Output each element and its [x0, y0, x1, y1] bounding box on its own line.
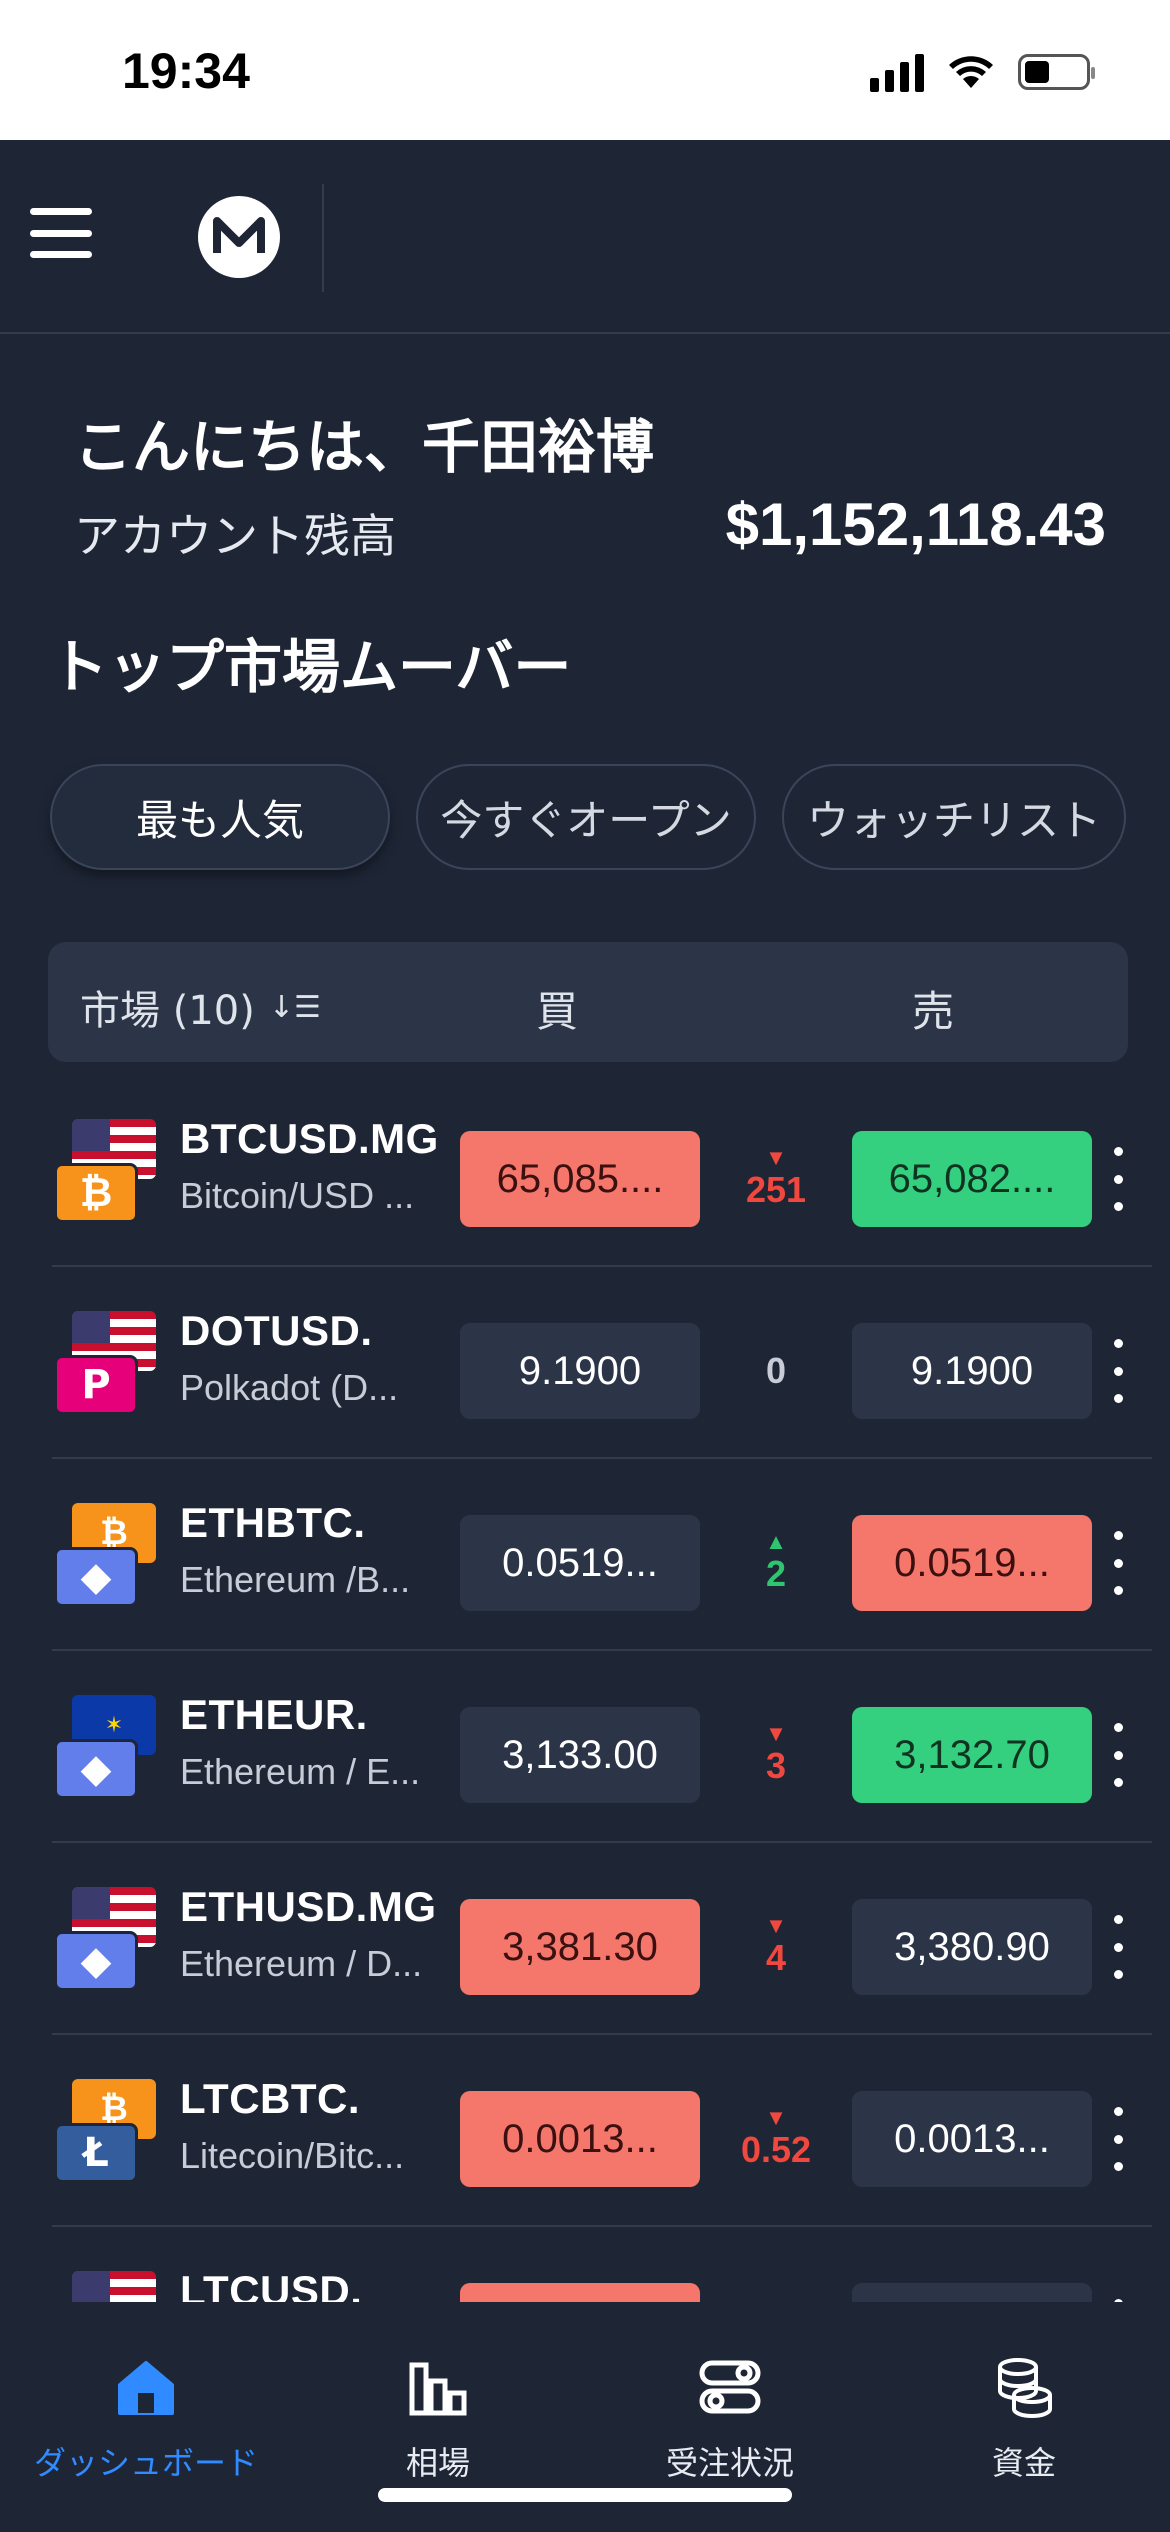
- balance-label: アカウント残高: [74, 509, 396, 563]
- market-description: Polkadot (D...: [180, 1367, 399, 1408]
- filter-tab-open-now[interactable]: 今すぐオープン: [416, 764, 756, 870]
- more-options-icon[interactable]: [1112, 1339, 1124, 1403]
- home-icon: [111, 2352, 181, 2422]
- spread-indicator: ▲ 2: [700, 1515, 852, 1611]
- home-indicator: [378, 2488, 792, 2502]
- sell-price-button[interactable]: 0.0013...: [852, 2091, 1092, 2187]
- spread-value: 0: [765, 1350, 787, 1391]
- market-symbol: ETHUSD.MG: [180, 1883, 437, 1930]
- toggle-list-icon: [695, 2352, 765, 2422]
- more-options-icon[interactable]: [1112, 1915, 1124, 1979]
- status-time: 19:34: [122, 43, 250, 99]
- market-row[interactable]: ₿ ◆ ETHBTC. Ethereum /B... 0.0519... ▲ 2 0.0519…: [52, 1459, 1152, 1651]
- sort-icon[interactable]: ↓☰: [269, 990, 321, 1025]
- tab-orders[interactable]: 受注状況: [600, 2352, 860, 2484]
- market-description: Ethereum / E...: [180, 1751, 421, 1792]
- buy-price-button[interactable]: 3,133.00: [460, 1707, 700, 1803]
- market-row[interactable]: ◆ ETHUSD.MG Ethereum / D... 3,381.30 ▼ 4 3,380…: [52, 1843, 1152, 2035]
- market-symbol: ETHEUR.: [180, 1691, 368, 1738]
- battery-icon: [1018, 54, 1095, 90]
- buy-column-header: 買: [536, 987, 579, 1036]
- buy-price-button[interactable]: 0.0013...: [460, 2091, 700, 2187]
- tab-dashboard[interactable]: ダッシュボード: [16, 2352, 276, 2484]
- market-description: Litecoin/Bitc...: [180, 2135, 405, 2176]
- eth-coin-icon: ◆: [54, 1547, 138, 1607]
- spread-indicator: ▼ 0.52: [700, 2091, 852, 2187]
- market-row[interactable]: ₿ Ł LTCBTC. Litecoin/Bitc... 0.0013... ▼ 0.52 0…: [52, 2035, 1152, 2227]
- top-nav: [0, 140, 1170, 334]
- arrow-down-icon: ▼: [765, 1145, 787, 1170]
- buy-price-button[interactable]: 9.1900: [460, 1323, 700, 1419]
- spread-indicator: ▼ 3: [700, 1707, 852, 1803]
- more-options-icon[interactable]: [1112, 2107, 1124, 2171]
- table-header: 市場 (10) ↓☰ 買 売: [48, 942, 1128, 1062]
- market-description: Ethereum / D...: [180, 1943, 423, 1984]
- tab-funds[interactable]: 資金: [894, 2352, 1154, 2484]
- nav-divider: [322, 184, 324, 292]
- status-bar: 19:34: [0, 0, 1170, 140]
- tab-funds-label: 資金: [991, 2444, 1056, 2482]
- balance-value: $1,152,118.43: [725, 491, 1106, 558]
- more-options-icon[interactable]: [1112, 1531, 1124, 1595]
- more-options-icon[interactable]: [1112, 1147, 1124, 1211]
- more-options-icon[interactable]: [1112, 1723, 1124, 1787]
- signal-icon: [870, 52, 924, 92]
- spread-value: 4: [765, 1937, 787, 1978]
- market-column-header[interactable]: 市場 (10) ↓☰: [80, 978, 321, 1036]
- arrow-down-icon: ▼: [765, 1913, 787, 1938]
- spread-indicator: ▼ 4: [700, 1899, 852, 1995]
- greeting: こんにちは、千田裕博: [74, 413, 655, 481]
- coins-icon: [989, 2352, 1059, 2422]
- spread-value: 3: [765, 1745, 787, 1786]
- tab-markets-label: 相場: [405, 2444, 470, 2482]
- bar-chart-icon: [403, 2352, 473, 2422]
- brand-logo-icon[interactable]: [198, 196, 280, 278]
- market-row[interactable]: ✶ ◆ ETHEUR. Ethereum / E... 3,133.00 ▼ 3 3,132.…: [52, 1651, 1152, 1843]
- market-row[interactable]: ₿ BTCUSD.MG Bitcoin/USD ... 65,085.... ▼ 251 6…: [52, 1075, 1152, 1267]
- filter-tab-popular[interactable]: 最も人気: [50, 764, 390, 870]
- market-symbol: ETHBTC.: [180, 1499, 366, 1546]
- spread-indicator: ▼ 251: [700, 1131, 852, 1227]
- status-icons: [870, 52, 1095, 92]
- filter-tabs: 最も人気 今すぐオープン ウォッチリスト: [50, 764, 1126, 870]
- section-title: トップ市場ムーバー: [50, 633, 572, 701]
- tab-dashboard-label: ダッシュボード: [33, 2444, 258, 2482]
- tab-orders-label: 受注状況: [665, 2444, 794, 2482]
- dot-coin-icon: P: [54, 1355, 138, 1415]
- spread-value: 2: [765, 1553, 787, 1594]
- market-description: Ethereum /B...: [180, 1559, 411, 1600]
- filter-tab-watchlist[interactable]: ウォッチリスト: [782, 764, 1126, 870]
- market-symbol: DOTUSD.: [180, 1307, 373, 1354]
- eth-coin-icon: ◆: [54, 1739, 138, 1799]
- arrow-up-icon: ▲: [765, 1529, 787, 1554]
- eth-coin-icon: ◆: [54, 1931, 138, 1991]
- buy-price-button[interactable]: 0.0519...: [460, 1515, 700, 1611]
- wifi-icon: [949, 56, 993, 88]
- arrow-down-icon: ▼: [765, 2105, 787, 2130]
- sell-price-button[interactable]: 9.1900: [852, 1323, 1092, 1419]
- sell-price-button[interactable]: 3,132.70: [852, 1707, 1092, 1803]
- market-description: Bitcoin/USD ...: [180, 1175, 415, 1216]
- menu-icon[interactable]: [30, 208, 92, 258]
- spread-value: 0.52: [740, 2129, 812, 2170]
- tab-markets[interactable]: 相場: [308, 2352, 568, 2484]
- ltc-coin-icon: Ł: [54, 2123, 138, 2183]
- buy-price-button[interactable]: 65,085....: [460, 1131, 700, 1227]
- buy-price-button[interactable]: 3,381.30: [460, 1899, 700, 1995]
- market-row[interactable]: P DOTUSD. Polkadot (D... 9.1900 0 9.1900: [52, 1267, 1152, 1459]
- sell-price-button[interactable]: 65,082....: [852, 1131, 1092, 1227]
- sell-price-button[interactable]: 0.0519...: [852, 1515, 1092, 1611]
- spread-indicator: 0: [700, 1323, 852, 1419]
- sell-price-button[interactable]: 3,380.90: [852, 1899, 1092, 1995]
- spread-value: 251: [745, 1169, 807, 1210]
- market-column-label: 市場 (10): [80, 988, 255, 1034]
- btc-coin-icon: ₿: [54, 1163, 138, 1223]
- market-list: ₿ BTCUSD.MG Bitcoin/USD ... 65,085.... ▼ 251 6…: [0, 1075, 1170, 2419]
- arrow-down-icon: ▼: [765, 1721, 787, 1746]
- market-symbol: LTCBTC.: [180, 2075, 361, 2122]
- sell-column-header: 売: [912, 987, 955, 1036]
- market-symbol: BTCUSD.MG: [180, 1115, 439, 1162]
